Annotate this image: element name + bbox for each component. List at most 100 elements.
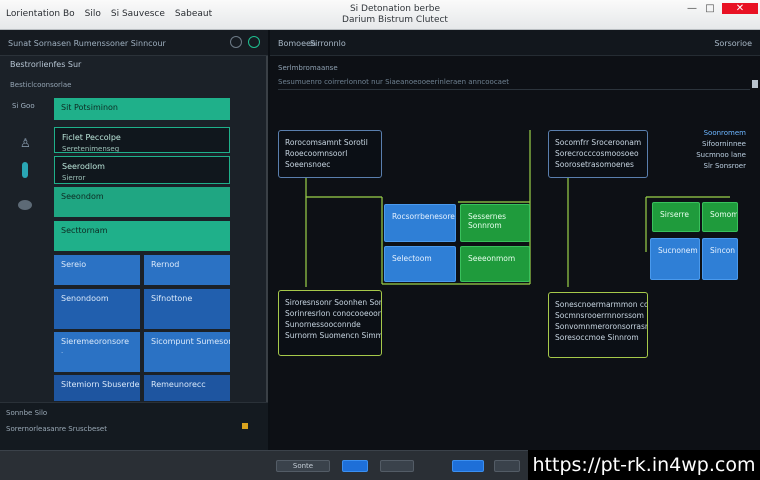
block-2-label: Sessernes — [468, 212, 507, 221]
settings-icon[interactable] — [230, 36, 242, 48]
block-8-label: Sincon — [710, 246, 736, 255]
card-outline-2[interactable]: Seerodlom Sierror — [54, 156, 230, 184]
card-teal-1-label: Seeondom — [61, 192, 104, 201]
grid-tile-6-label: Sicompunt Sumesort — [151, 337, 230, 346]
node-2[interactable]: Socomfrr Sroceroonam Sorecrocccosmoosoeo… — [548, 130, 648, 178]
node-4-line3: Sonvomnmeroronsorrasnsom — [555, 322, 647, 331]
status-button-2[interactable] — [342, 460, 368, 472]
window-title-line2: Darium Bistrum Clutect — [342, 15, 448, 25]
grid-tile-5[interactable]: Sieremeoronsore · — [54, 332, 140, 372]
node-1-line1: Rorocomsamnt Sorotil — [285, 138, 368, 147]
block-1-label: Rocsorrbenesoreum — [392, 212, 455, 221]
block-6[interactable]: Somom — [702, 202, 738, 232]
title-bar: Lorientation Bo Silo Si Sauvesce Sabeaut… — [0, 0, 760, 30]
block-4-label: Seeeonmom — [468, 254, 516, 263]
disk-icon[interactable] — [18, 200, 32, 210]
card-outline-1-label: Ficlet Peccolpe — [62, 133, 121, 142]
status-button-3[interactable] — [380, 460, 414, 472]
block-2-sub: Sonnrom — [468, 221, 502, 230]
breadcrumb: Serlmbromaanse — [278, 64, 338, 72]
maximize-button[interactable]: □ — [702, 3, 718, 14]
grid-tile-6[interactable]: Sicompunt Sumesort — [144, 332, 230, 372]
window-title-line1: Si Detonation berbe — [349, 4, 441, 14]
card-outline-2-label: Seerodlom — [62, 162, 105, 171]
card-outline-2-sub: Sierror — [62, 174, 86, 182]
diagram-header: Bomoeen Sirronnlo Sorsorioe — [270, 30, 760, 56]
diagram-canvas: Rorocomsamnt Sorotil Rooecoomnsoorl Soee… — [270, 92, 760, 450]
card-teal-1[interactable]: Seeondom — [54, 187, 230, 217]
status-button-5[interactable] — [494, 460, 520, 472]
node-2-line3: Soorosetrasomoenes — [555, 160, 634, 169]
node-4-line1: Sonescnoermarmmon cooeorr — [555, 300, 647, 309]
block-5-label: Sirserre — [660, 210, 689, 219]
node-1[interactable]: Rorocomsamnt Sorotil Rooecoomnsoorl Soee… — [278, 130, 382, 178]
user-icon[interactable]: ♙ — [20, 136, 31, 150]
left-panel-header: Sunat Sornasen Rumenssoner Sinncour — [0, 30, 268, 56]
block-2[interactable]: Sessernes Sonnrom — [460, 204, 530, 242]
menu-item-3[interactable]: Si Sauvesce — [111, 9, 165, 19]
grid-tile-3[interactable]: Senondoom — [54, 289, 140, 329]
grid-tile-1[interactable]: Sereio — [54, 255, 140, 285]
node-3[interactable]: Siroresnsonr Soonhen Sonnnos Sorinresrlo… — [278, 290, 382, 356]
status-button-4[interactable] — [452, 460, 484, 472]
node-4-line2: Socmnsrooerrnnorssom — [555, 311, 644, 320]
card-primary[interactable]: Sit Potsiminon — [54, 98, 230, 120]
card-primary-label: Sit Potsiminon — [61, 103, 118, 112]
node-3-line3: Sunornessooconnde — [285, 320, 361, 329]
callout-line3: Sucmnoo lane — [696, 151, 746, 159]
menu-bar: Lorientation Bo Silo Si Sauvesce Sabeaut — [6, 9, 212, 19]
block-3[interactable]: Selectoom — [384, 246, 456, 282]
node-2-line2: Sorecrocccosmoosoeo — [555, 149, 639, 158]
block-6-label: Somom — [710, 210, 738, 219]
node-1-line3: Soeensnoec — [285, 160, 331, 169]
status-indicator-icon — [242, 423, 248, 429]
node-3-line1: Siroresnsonr Soonhen Sonnnos — [285, 298, 381, 307]
left-footer: Sonnbe Silo Sorernorleasanre Sruscbeset — [0, 402, 268, 450]
grid-tile-4-label: Sifnottone — [151, 294, 193, 303]
info-callout: Soonromem Sifoorninnee Sucmnoo lane Slr … — [694, 128, 746, 172]
window-title: Si Detonation berbe Darium Bistrum Clute… — [330, 4, 460, 26]
block-5[interactable]: Sirserre — [652, 202, 700, 232]
node-4[interactable]: Sonescnoermarmmon cooeorr Socmnsrooerrnn… — [548, 292, 648, 358]
grid-tile-8[interactable]: Remeunorecc — [144, 375, 230, 401]
callout-line1: Soonromem — [703, 129, 746, 137]
node-3-line4: Surnorm Suomencn Simm — [285, 331, 382, 340]
side-label: Si Goo — [12, 102, 35, 110]
diagram-title: Sorsorioe — [714, 39, 752, 48]
grid-tile-5-sub: · — [61, 349, 64, 357]
grid-tile-5-label: Sieremeoronsore — [61, 337, 130, 346]
menu-item-1[interactable]: Lorientation Bo — [6, 9, 75, 19]
grid-tile-2[interactable]: Rernod — [144, 255, 230, 285]
close-button[interactable]: ✕ — [722, 3, 758, 14]
grid-tile-7[interactable]: Sitemiorn Sbuserdess — [54, 375, 140, 401]
block-4[interactable]: Seeeonmom — [460, 246, 530, 282]
node-2-line1: Socomfrr Sroceroonam — [555, 138, 642, 147]
block-3-label: Selectoom — [392, 254, 432, 263]
status-button-1[interactable]: Sonte — [276, 460, 330, 472]
menu-item-2[interactable]: Silo — [85, 9, 101, 19]
diagram-panel: Bomoeen Sirronnlo Sorsorioe Serlmbromaan… — [270, 30, 760, 450]
card-outline-1[interactable]: Ficlet Peccolpe Seretenimenseg — [54, 127, 230, 153]
card-teal-2[interactable]: Secttornam — [54, 221, 230, 251]
block-7-label: Sucnonem — [658, 246, 698, 255]
path-field[interactable]: Sesumuenro coirrerlonnot nur Siaeanoeooe… — [278, 78, 750, 90]
block-8[interactable]: Sincon — [702, 238, 738, 280]
left-subtitle-2: Besticlcoonsorlae — [10, 81, 72, 89]
left-footer-line2: Sorernorleasanre Sruscbeset — [6, 425, 107, 433]
left-panel: Sunat Sornasen Rumenssoner Sinncour Best… — [0, 30, 268, 450]
callout-line2: Sifoorninnee — [701, 140, 746, 148]
grid-tile-4[interactable]: Sifnottone — [144, 289, 230, 329]
block-7[interactable]: Sucnonem — [650, 238, 700, 280]
left-panel-title: Sunat Sornasen Rumenssoner Sinncour — [8, 39, 166, 48]
card-outline-1-sub: Seretenimenseg — [62, 145, 120, 153]
left-subtitle: Bestrorlienfes Sur — [10, 60, 82, 69]
grid-tile-8-label: Remeunorecc — [151, 380, 206, 389]
sync-icon[interactable] — [248, 36, 260, 48]
person-icon[interactable] — [22, 162, 28, 178]
menu-item-4[interactable]: Sabeaut — [175, 9, 212, 19]
card-teal-2-label: Secttornam — [61, 226, 108, 235]
tab-2[interactable]: Sirronnlo — [310, 39, 346, 48]
scrollbar-thumb[interactable] — [752, 80, 758, 88]
minimize-button[interactable]: — — [684, 3, 700, 14]
block-1[interactable]: Rocsorrbenesoreum — [384, 204, 456, 242]
